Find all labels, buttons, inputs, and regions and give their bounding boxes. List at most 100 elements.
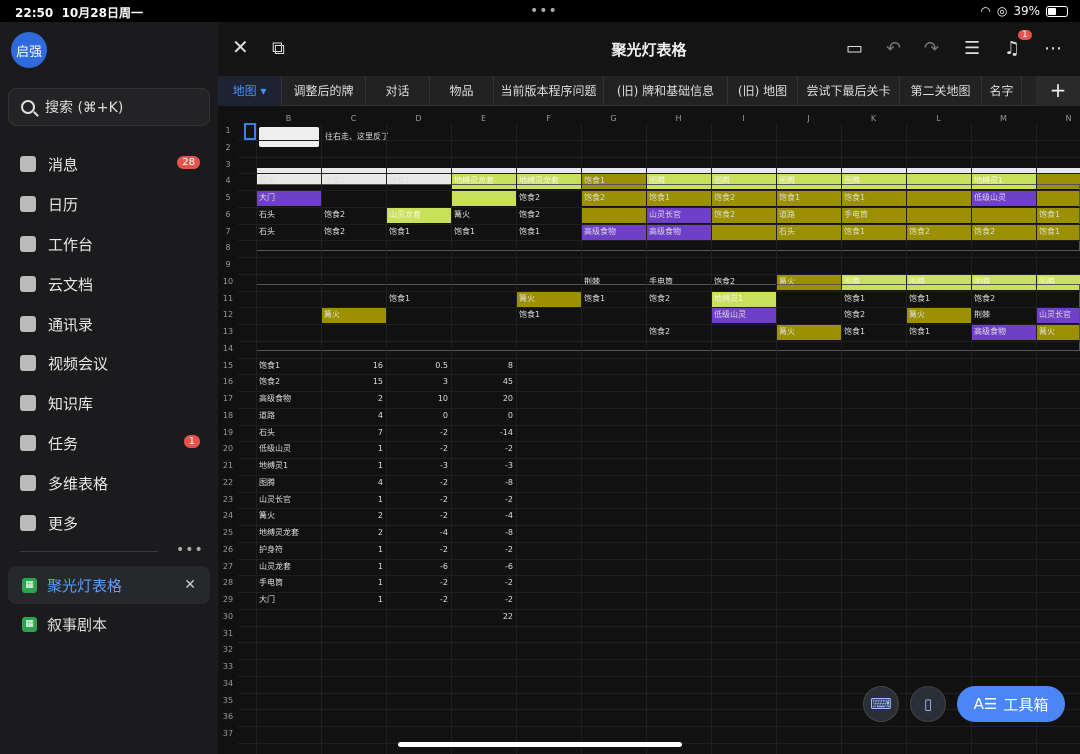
table-cell[interactable]: 45 [451, 374, 516, 390]
table-cell[interactable]: 1 [321, 441, 386, 457]
column-label[interactable]: J [776, 114, 841, 123]
table-cell[interactable]: -6 [451, 559, 516, 575]
sidebar-item[interactable]: 视频会议 [20, 349, 210, 377]
table-cell[interactable]: -2 [386, 542, 451, 558]
table-cell[interactable]: 7 [321, 425, 386, 441]
sidebar-item[interactable]: 任务 1 [20, 429, 210, 457]
column-label[interactable]: L [906, 114, 971, 123]
row-label[interactable]: 23 [218, 495, 238, 504]
sheet-tab[interactable]: 第二关地图 [900, 76, 982, 106]
column-label[interactable]: H [646, 114, 711, 123]
row-label[interactable]: 28 [218, 578, 238, 587]
table-cell[interactable]: 篝火 [256, 508, 321, 524]
table-cell[interactable]: 图腾 [256, 475, 321, 491]
table-cell[interactable]: 2 [321, 525, 386, 541]
row-label[interactable]: 11 [218, 294, 238, 303]
close-icon[interactable]: ✕ [184, 577, 196, 593]
bell-icon[interactable]: ♫ [1004, 38, 1020, 59]
sidebar-item[interactable]: 知识库 [20, 389, 210, 417]
table-cell[interactable]: -2 [386, 441, 451, 457]
row-label[interactable]: 24 [218, 511, 238, 520]
toolbox-button[interactable]: A☰ 工具箱 [957, 686, 1065, 722]
table-cell[interactable]: 山灵龙套 [256, 559, 321, 575]
redo-icon[interactable]: ↷ [924, 38, 939, 59]
table-cell[interactable]: 8 [451, 358, 516, 374]
recent-doc-script[interactable]: ▦ 叙事剧本 [8, 605, 210, 643]
multitask-dots[interactable]: ••• [530, 3, 558, 19]
row-label[interactable]: 5 [218, 193, 238, 202]
sheet-tab[interactable]: 当前版本程序问题 [494, 76, 604, 106]
layout-button[interactable]: ▯ [910, 686, 946, 722]
row-label[interactable]: 25 [218, 528, 238, 537]
table-cell[interactable]: 1 [321, 575, 386, 591]
row-label[interactable]: 37 [218, 729, 238, 738]
table-cell[interactable]: -2 [386, 475, 451, 491]
home-indicator[interactable] [398, 742, 682, 747]
table-cell[interactable]: 0.5 [386, 358, 451, 374]
table-cell[interactable]: 2 [321, 508, 386, 524]
row-label[interactable]: 7 [218, 227, 238, 236]
table-cell[interactable]: 山灵长官 [256, 492, 321, 508]
row-label[interactable]: 34 [218, 679, 238, 688]
sheet-tab[interactable]: 对话 [366, 76, 430, 106]
table-cell[interactable]: 20 [451, 391, 516, 407]
column-label[interactable]: N [1036, 114, 1080, 123]
row-label[interactable]: 21 [218, 461, 238, 470]
sheet-tab[interactable]: 调整后的牌 [282, 76, 366, 106]
sidebar-item[interactable]: 消息 28 [20, 150, 210, 178]
table-cell[interactable]: 手电筒 [256, 575, 321, 591]
column-label[interactable]: I [711, 114, 776, 123]
table-cell[interactable]: 护身符 [256, 542, 321, 558]
sheet-tab[interactable]: (旧) 牌和基础信息 [604, 76, 728, 106]
sidebar-item[interactable]: 通讯录 [20, 310, 210, 338]
column-label[interactable]: K [841, 114, 906, 123]
table-cell[interactable]: -2 [451, 575, 516, 591]
table-cell[interactable]: 22 [451, 609, 516, 625]
table-cell[interactable]: -3 [451, 458, 516, 474]
embedded-image[interactable] [259, 127, 319, 147]
sheet-tab[interactable]: 地图 ▾ [218, 76, 282, 106]
table-cell[interactable]: 大门 [256, 592, 321, 608]
sidebar-item[interactable]: 日历 [20, 190, 210, 218]
row-label[interactable]: 2 [218, 143, 238, 152]
row-label[interactable]: 14 [218, 344, 238, 353]
table-cell[interactable]: -8 [451, 525, 516, 541]
row-label[interactable]: 30 [218, 612, 238, 621]
spreadsheet-grid[interactable]: 石头 饱食2 饱食1 地缚灵龙套 地缚灵龙套 饱食1 图腾 图腾 图腾 图腾 地缚灵1 大门 饱食2 饱食… [218, 106, 1080, 754]
table-cell[interactable]: 3 [386, 374, 451, 390]
more-dots-icon[interactable]: ••• [176, 542, 204, 558]
sheet-tab[interactable]: 物品 [430, 76, 494, 106]
row-label[interactable]: 9 [218, 260, 238, 269]
recent-doc-spotlight[interactable]: ▦ 聚光灯表格 ✕ [8, 566, 210, 604]
row-label[interactable]: 8 [218, 243, 238, 252]
table-cell[interactable]: -3 [386, 458, 451, 474]
table-cell[interactable]: 道路 [256, 408, 321, 424]
row-label[interactable]: 22 [218, 478, 238, 487]
sheet-tab[interactable]: 尝试下最后关卡 [798, 76, 900, 106]
add-sheet-button[interactable]: + [1036, 76, 1080, 106]
table-cell[interactable]: 10 [386, 391, 451, 407]
sheet-tab[interactable]: (旧) 地图 [728, 76, 798, 106]
table-cell[interactable]: 4 [321, 475, 386, 491]
table-cell[interactable]: 低级山灵 [256, 441, 321, 457]
table-cell[interactable]: -2 [451, 441, 516, 457]
table-cell[interactable]: 2 [321, 391, 386, 407]
comment-icon[interactable]: ▭ [846, 38, 863, 59]
sidebar-item[interactable]: 多维表格 [20, 469, 210, 497]
row-label[interactable]: 12 [218, 310, 238, 319]
row-label[interactable]: 17 [218, 394, 238, 403]
table-cell[interactable]: 地缚灵龙套 [256, 525, 321, 541]
column-label[interactable]: F [516, 114, 581, 123]
row-label[interactable]: 6 [218, 210, 238, 219]
undo-icon[interactable]: ↶ [886, 38, 901, 59]
table-cell[interactable]: 饱食1 [256, 358, 321, 374]
row-label[interactable]: 31 [218, 629, 238, 638]
table-cell[interactable]: -4 [451, 508, 516, 524]
row-label[interactable]: 3 [218, 160, 238, 169]
row-label[interactable]: 1 [218, 126, 238, 135]
table-cell[interactable]: 4 [321, 408, 386, 424]
sidebar-item[interactable]: 云文档 [20, 270, 210, 298]
keyboard-button[interactable]: ⌨ [863, 686, 899, 722]
more-icon[interactable]: ⋯ [1044, 38, 1062, 59]
selected-cell[interactable] [244, 123, 256, 140]
